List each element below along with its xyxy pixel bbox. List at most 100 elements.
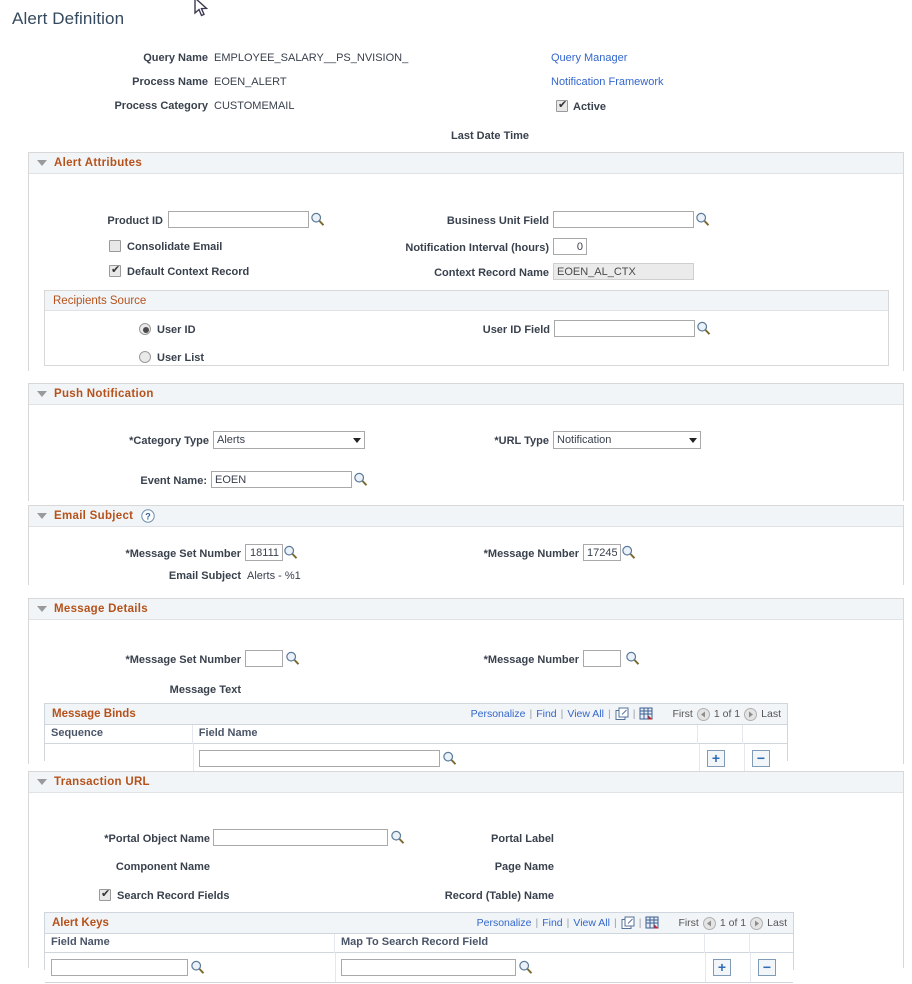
divider: |	[561, 708, 564, 720]
transaction-url-header[interactable]: Transaction URL	[29, 772, 903, 793]
first-label[interactable]: First	[672, 708, 692, 720]
add-row-button[interactable]: +	[713, 959, 731, 976]
consolidate-email-checkbox[interactable]	[109, 240, 121, 252]
user-id-radio[interactable]	[139, 323, 151, 335]
category-type-select-wrap[interactable]: Alerts	[213, 431, 365, 449]
find-link[interactable]: Find	[536, 708, 556, 720]
download-spreadsheet-icon[interactable]	[645, 916, 660, 930]
alert-keys-grid-title: Alert Keys	[45, 917, 109, 929]
download-spreadsheet-icon[interactable]	[639, 707, 654, 721]
md-message-set-lookup-icon[interactable]	[285, 650, 300, 666]
mouse-cursor	[193, 0, 209, 19]
message-details-body: *Message Set Number *Message Number Mess…	[29, 620, 903, 764]
business-unit-field-label: Business Unit Field	[349, 215, 549, 227]
personalize-link[interactable]: Personalize	[477, 917, 532, 929]
help-icon[interactable]: ?	[141, 509, 155, 523]
event-name-label: Event Name:	[29, 475, 207, 487]
email-message-set-lookup-icon[interactable]	[283, 544, 298, 560]
active-checkbox[interactable]	[556, 100, 568, 112]
email-subject-panel: Email Subject ? *Message Set Number *Mes…	[28, 505, 904, 585]
business-unit-field-input[interactable]	[553, 211, 694, 228]
collapse-triangle-icon[interactable]	[37, 779, 47, 785]
message-binds-grid-tools: Personalize | Find | View All | |	[471, 707, 781, 721]
personalize-link[interactable]: Personalize	[471, 708, 526, 720]
default-context-record-label: Default Context Record	[127, 266, 249, 278]
email-message-number-input[interactable]	[583, 544, 621, 561]
collapse-triangle-icon[interactable]	[37, 513, 47, 519]
collapse-triangle-icon[interactable]	[37, 606, 47, 612]
cell-field-name-input[interactable]	[199, 750, 440, 767]
first-label[interactable]: First	[678, 917, 698, 929]
query-name-value: EMPLOYEE_SALARY__PS_NVISION_	[214, 52, 408, 64]
category-type-select[interactable]: Alerts	[213, 431, 365, 449]
table-row: + −	[45, 953, 793, 983]
cell-field-name-input[interactable]	[51, 959, 188, 976]
portal-object-name-input[interactable]	[213, 829, 388, 846]
view-all-link[interactable]: View All	[573, 917, 610, 929]
cell-divider	[750, 953, 751, 982]
query-manager-link[interactable]: Query Manager	[551, 52, 627, 64]
url-type-select[interactable]: Notification	[553, 431, 701, 449]
product-id-input[interactable]	[168, 211, 309, 228]
page-indicator: 1 of 1	[720, 917, 746, 929]
business-unit-lookup-icon[interactable]	[695, 211, 710, 227]
page-title: Alert Definition	[12, 9, 124, 29]
cell-divider	[699, 744, 700, 773]
message-binds-column-headers: Sequence Field Name	[45, 725, 787, 744]
next-page-icon[interactable]	[744, 708, 757, 721]
default-context-record-checkbox[interactable]	[109, 265, 121, 277]
expand-window-icon[interactable]	[621, 916, 635, 930]
message-text-label: Message Text	[29, 684, 241, 696]
md-message-number-lookup-icon[interactable]	[625, 650, 640, 666]
email-subject-header[interactable]: Email Subject ?	[29, 506, 903, 527]
cell-map-to-search-record-field-input[interactable]	[341, 959, 516, 976]
find-link[interactable]: Find	[542, 917, 562, 929]
alert-keys-grid: Alert Keys Personalize | Find | View All…	[44, 912, 794, 970]
push-notification-title: Push Notification	[54, 388, 154, 400]
email-message-number-lookup-icon[interactable]	[621, 544, 636, 560]
column-header-field-name: Field Name	[193, 725, 698, 744]
collapse-triangle-icon[interactable]	[37, 160, 47, 166]
event-name-input[interactable]	[211, 471, 352, 488]
transaction-url-body: *Portal Object Name Portal Label Compone…	[29, 793, 903, 968]
add-row-label: +	[714, 959, 730, 976]
email-message-set-number-input[interactable]	[245, 544, 283, 561]
user-id-field-input[interactable]	[554, 320, 695, 337]
context-record-name-input	[553, 263, 694, 280]
url-type-select-wrap[interactable]: Notification	[553, 431, 701, 449]
add-row-button[interactable]: +	[707, 750, 725, 767]
search-record-fields-label: Search Record Fields	[117, 890, 230, 902]
push-notification-header[interactable]: Push Notification	[29, 384, 903, 405]
user-list-radio[interactable]	[139, 351, 151, 363]
cell-divider	[744, 744, 745, 773]
field-name-lookup-icon[interactable]	[190, 959, 205, 975]
next-page-icon[interactable]	[750, 917, 763, 930]
alert-attributes-header[interactable]: Alert Attributes	[29, 153, 903, 174]
remove-row-button[interactable]: −	[752, 750, 770, 767]
remove-row-button[interactable]: −	[758, 959, 776, 976]
md-message-set-number-input[interactable]	[245, 650, 283, 667]
process-name-value: EOEN_ALERT	[214, 76, 287, 88]
field-name-lookup-icon[interactable]	[442, 750, 457, 766]
svg-text:?: ?	[146, 511, 152, 521]
message-details-panel: Message Details *Message Set Number *Mes…	[28, 598, 904, 764]
record-table-name-label: Record (Table) Name	[399, 890, 554, 902]
search-record-fields-checkbox[interactable]	[99, 889, 111, 901]
view-all-link[interactable]: View All	[567, 708, 604, 720]
last-label[interactable]: Last	[761, 708, 781, 720]
recipients-source-body: User ID User List User ID Field	[45, 311, 888, 366]
map-to-search-record-field-lookup-icon[interactable]	[518, 959, 533, 975]
event-name-lookup-icon[interactable]	[353, 471, 368, 487]
md-message-number-input[interactable]	[583, 650, 621, 667]
last-label[interactable]: Last	[767, 917, 787, 929]
notification-interval-input[interactable]	[553, 238, 587, 255]
expand-window-icon[interactable]	[615, 707, 629, 721]
user-id-field-lookup-icon[interactable]	[696, 320, 711, 336]
collapse-triangle-icon[interactable]	[37, 391, 47, 397]
portal-object-name-label: *Portal Object Name	[29, 833, 210, 845]
notification-framework-link[interactable]: Notification Framework	[551, 76, 663, 88]
message-details-header[interactable]: Message Details	[29, 599, 903, 620]
product-id-lookup-icon[interactable]	[310, 211, 325, 227]
previous-page-icon[interactable]	[703, 917, 716, 930]
previous-page-icon[interactable]	[697, 708, 710, 721]
